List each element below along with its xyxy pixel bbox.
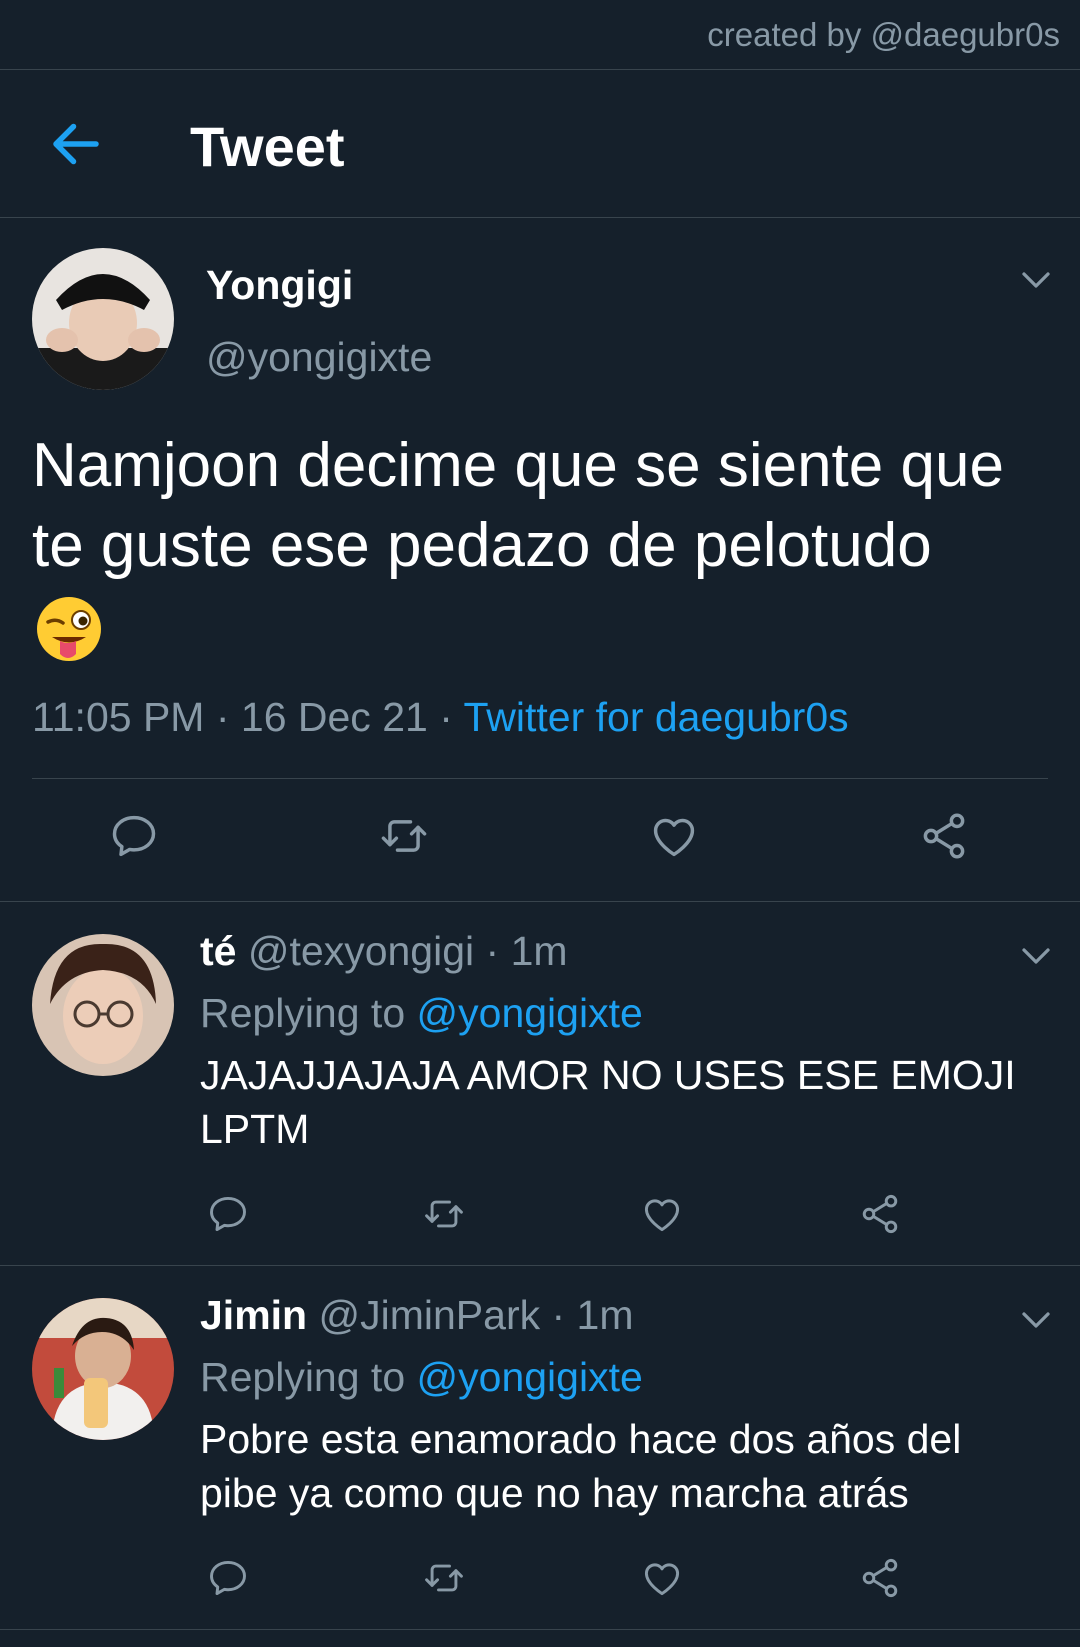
tweet-source-link[interactable]: Twitter for daegubr0s	[464, 694, 849, 740]
share-icon[interactable]	[858, 1192, 902, 1236]
reply-author-name[interactable]: Jimin	[200, 1292, 307, 1338]
avatar[interactable]	[32, 934, 174, 1076]
divider	[32, 778, 1048, 779]
replying-to: Replying to @yongigixte	[200, 990, 643, 1037]
credit-text: created by @daegubr0s	[707, 16, 1060, 53]
avatar[interactable]	[32, 248, 174, 390]
chevron-down-icon[interactable]	[1018, 1302, 1054, 1338]
avatar[interactable]	[32, 1298, 174, 1440]
share-icon[interactable]	[918, 810, 970, 862]
reply-author-name[interactable]: té	[200, 928, 236, 974]
reply-age: 1m	[510, 928, 568, 974]
author-handle[interactable]: @yongigixte	[206, 334, 432, 381]
reply-icon[interactable]	[206, 1192, 250, 1236]
reply-author-handle[interactable]: @texyongigi	[248, 928, 474, 974]
main-tweet: Yongigi @yongigixte Namjoon decime que s…	[0, 218, 1080, 902]
author-name[interactable]: Yongigi	[206, 262, 353, 309]
reply-tweet: Jimin @JiminPark · 1m Replying to @yongi…	[0, 1266, 1080, 1630]
reply-age: 1m	[576, 1292, 634, 1338]
retweet-icon[interactable]	[378, 810, 430, 862]
chevron-down-icon[interactable]	[1018, 262, 1054, 298]
retweet-icon[interactable]	[422, 1192, 466, 1236]
header: Tweet	[0, 70, 1080, 218]
page-title: Tweet	[190, 115, 345, 178]
credit-bar: created by @daegubr0s	[0, 0, 1080, 70]
tweet-time: 11:05 PM	[32, 694, 205, 740]
replying-to: Replying to @yongigixte	[200, 1354, 643, 1401]
share-icon[interactable]	[858, 1556, 902, 1600]
tweet-text: Namjoon decime que se siente que te gust…	[32, 431, 1004, 580]
like-icon[interactable]	[640, 1556, 684, 1600]
reply-tweet: té @texyongigi · 1m Replying to @yongigi…	[0, 902, 1080, 1266]
winking-face-with-tongue-icon	[34, 596, 104, 666]
replying-label: Replying to	[200, 990, 406, 1036]
reply-text: Pobre esta enamorado hace dos años del p…	[200, 1416, 962, 1516]
like-icon[interactable]	[640, 1192, 684, 1236]
replying-mention[interactable]: @yongigixte	[417, 990, 643, 1036]
tweet-meta: 11:05 PM · 16 Dec 21 · Twitter for daegu…	[32, 694, 849, 740]
back-arrow-icon[interactable]	[46, 114, 106, 174]
reply-text: JAJAJJAJAJA AMOR NO USES ESE EMOJI LPTM	[200, 1052, 1016, 1152]
tweet-date: 16 Dec 21	[240, 694, 428, 740]
chevron-down-icon[interactable]	[1018, 938, 1054, 974]
replying-label: Replying to	[200, 1354, 406, 1400]
reply-icon[interactable]	[206, 1556, 250, 1600]
reply-header: Jimin @JiminPark · 1m	[200, 1292, 634, 1338]
replying-mention[interactable]: @yongigixte	[417, 1354, 643, 1400]
reply-icon[interactable]	[108, 810, 160, 862]
reply-header: té @texyongigi · 1m	[200, 928, 568, 974]
like-icon[interactable]	[648, 810, 700, 862]
retweet-icon[interactable]	[422, 1556, 466, 1600]
reply-author-handle[interactable]: @JiminPark	[319, 1292, 541, 1338]
